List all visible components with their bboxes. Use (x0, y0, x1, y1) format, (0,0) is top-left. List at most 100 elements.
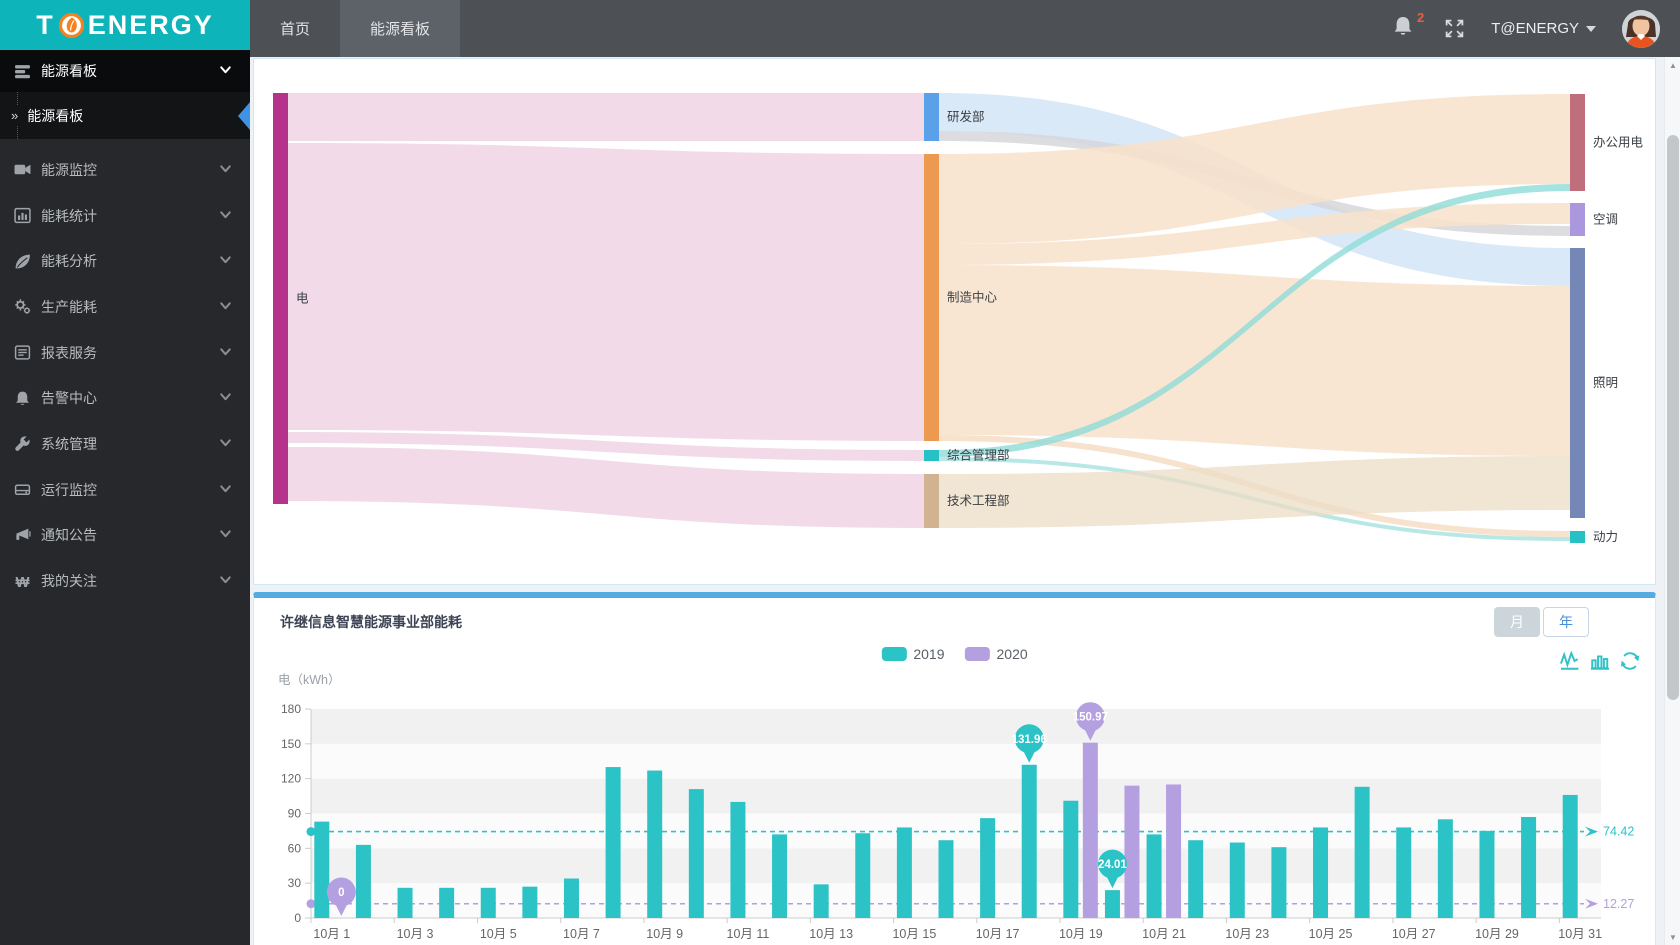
sidebar-item-8[interactable]: 运行监控 (0, 467, 250, 513)
bar-2019-day14[interactable] (855, 833, 871, 918)
fullscreen-icon[interactable] (1444, 18, 1465, 39)
svg-text:24.01: 24.01 (1098, 859, 1127, 871)
bar-2019-day23[interactable] (1229, 842, 1245, 918)
sidebar-item-7[interactable]: 系统管理 (0, 421, 250, 467)
x-tick-label: 10月 15 (892, 927, 936, 941)
bar-2019-day26[interactable] (1354, 786, 1370, 918)
bar-2019-day24[interactable] (1271, 847, 1287, 918)
sidebar-item-5[interactable]: 报表服务 (0, 330, 250, 376)
sidebar-item-label: 生产能耗 (41, 298, 97, 315)
sidebar-item-label: 我的关注 (41, 573, 97, 590)
bar-2019-day27[interactable] (1396, 827, 1412, 918)
notification-bell[interactable]: 2 (1392, 10, 1424, 44)
bar-2019-day28[interactable] (1437, 819, 1453, 918)
tab-energy-board[interactable]: 能源看板 (340, 0, 461, 57)
x-tick-label: 10月 1 (313, 927, 350, 941)
tab-home[interactable]: 首页 (250, 0, 340, 57)
sankey-node-label-zhaoming: 照明 (1593, 376, 1618, 390)
bar-2020-day20[interactable] (1124, 785, 1140, 918)
sidebar-item-3[interactable]: 能耗分析 (0, 238, 250, 284)
scrollbar-thumb[interactable] (1667, 135, 1679, 700)
scroll-down-arrow[interactable]: ▼ (1665, 929, 1680, 945)
sidebar-item-1[interactable]: 能源监控 (0, 147, 250, 193)
bar-2019-day3[interactable] (397, 887, 413, 918)
sankey-node-yanfa[interactable] (924, 93, 939, 141)
sankey-link-zhizao-zhaoming (939, 265, 1570, 456)
bar-2019-day21[interactable] (1146, 834, 1162, 918)
drive-icon (14, 484, 31, 496)
sankey-node-label-yanfa: 研发部 (947, 109, 985, 124)
sankey-node-kongtiao[interactable] (1570, 203, 1585, 236)
bar-2019-day22[interactable] (1188, 840, 1204, 918)
dashboard-icon (15, 64, 30, 78)
sankey-node-label-zhizao: 制造中心 (947, 290, 998, 305)
sankey-link-dian-zhizao (288, 143, 924, 441)
bar-2019-day5[interactable] (480, 887, 496, 918)
bar-2019-day15[interactable] (896, 827, 912, 918)
toggle-month-button[interactable]: 月 (1494, 607, 1540, 637)
page-scrollbar[interactable]: ▲ ▼ (1664, 57, 1680, 945)
sankey-node-zhaoming[interactable] (1570, 248, 1585, 518)
sankey-node-zonghe[interactable] (924, 450, 939, 461)
avatar[interactable] (1622, 9, 1660, 48)
brand-logo[interactable]: T ENERGY (0, 0, 250, 50)
sidebar-item-label: 能源监控 (41, 161, 97, 178)
bar-2019-day13[interactable] (813, 884, 829, 918)
wrench-icon (15, 436, 30, 452)
sidebar-item-6[interactable]: 告警中心 (0, 375, 250, 421)
bar-2019-day11[interactable] (730, 801, 746, 918)
bar-2019-day12[interactable] (772, 834, 788, 918)
sidebar-item-label: 通知公告 (41, 527, 97, 544)
top-right-actions: 2 T@ENERGY (1392, 0, 1660, 57)
bar-2019-day1[interactable] (314, 821, 330, 918)
bar-2019-day7[interactable] (563, 878, 579, 918)
sankey-node-zhizao[interactable] (924, 154, 939, 441)
sankey-node-dongli[interactable] (1570, 531, 1585, 543)
bar-2019-day19[interactable] (1063, 800, 1079, 918)
main-content: 电 研发部 制造中心 综合管理部 技术工程部 办公用电 空调 照明 动力 许继信息智慧能源事业部… (250, 57, 1664, 945)
chevron-down-icon (220, 530, 231, 538)
user-menu[interactable]: T@ENERGY (1491, 20, 1596, 37)
alarm-bell-icon (16, 391, 29, 405)
bar-2020-day19[interactable] (1082, 742, 1098, 918)
bar-2019-day31[interactable] (1562, 794, 1578, 918)
x-tick-label: 10月 9 (646, 927, 683, 941)
sidebar-item-label: 运行监控 (41, 481, 97, 498)
bar-2019-day6[interactable] (522, 886, 538, 918)
bar-2020-day21[interactable] (1166, 784, 1182, 918)
sidebar-item-energy-board[interactable]: 能源看板 (0, 50, 250, 92)
sankey-node-label-dongli: 动力 (1593, 530, 1618, 544)
grid-band (311, 778, 1601, 814)
sankey-node-jishu[interactable] (924, 474, 939, 528)
x-tick-label: 10月 25 (1309, 927, 1353, 941)
scroll-up-arrow[interactable]: ▲ (1665, 57, 1680, 73)
sidebar-subitem-energy-board[interactable]: » 能源看板 (0, 92, 250, 139)
bar-2019-day25[interactable] (1313, 827, 1329, 918)
bar-2019-day4[interactable] (439, 887, 455, 918)
sankey-link-dian-yanfa (288, 93, 924, 141)
bar-2019-day10[interactable] (688, 789, 704, 918)
chevron-down-icon (220, 485, 231, 492)
chevron-down-icon (217, 61, 234, 81)
top-tabs: 首页 能源看板 (250, 0, 461, 57)
bar-2019-day17[interactable] (980, 818, 996, 918)
notification-badge: 2 (1417, 9, 1425, 25)
bar-2019-day20[interactable] (1104, 890, 1120, 918)
bar-2019-day18[interactable] (1021, 764, 1037, 918)
bar-2019-day2[interactable] (355, 844, 371, 918)
sankey-link-jishu-zhaoming (939, 456, 1570, 528)
sidebar-item-10[interactable]: ₩ 我的关注 (0, 558, 250, 604)
bar-2019-day16[interactable] (938, 840, 954, 918)
bar-2019-day29[interactable] (1479, 830, 1495, 918)
bar-2019-day8[interactable] (605, 767, 621, 918)
sidebar-item-9[interactable]: 通知公告 (0, 513, 250, 559)
average-value-label-2019: 74.42 (1603, 825, 1634, 839)
bell-icon (1394, 16, 1412, 35)
sankey-node-dian[interactable] (273, 93, 288, 504)
sidebar-item-4[interactable]: 生产能耗 (0, 284, 250, 330)
toggle-year-button[interactable]: 年 (1543, 607, 1589, 637)
sankey-node-bangong[interactable] (1570, 94, 1585, 191)
sidebar-item-2[interactable]: 能耗统计 (0, 193, 250, 239)
bar-2019-day9[interactable] (647, 770, 663, 918)
bar-2019-day30[interactable] (1521, 816, 1537, 918)
